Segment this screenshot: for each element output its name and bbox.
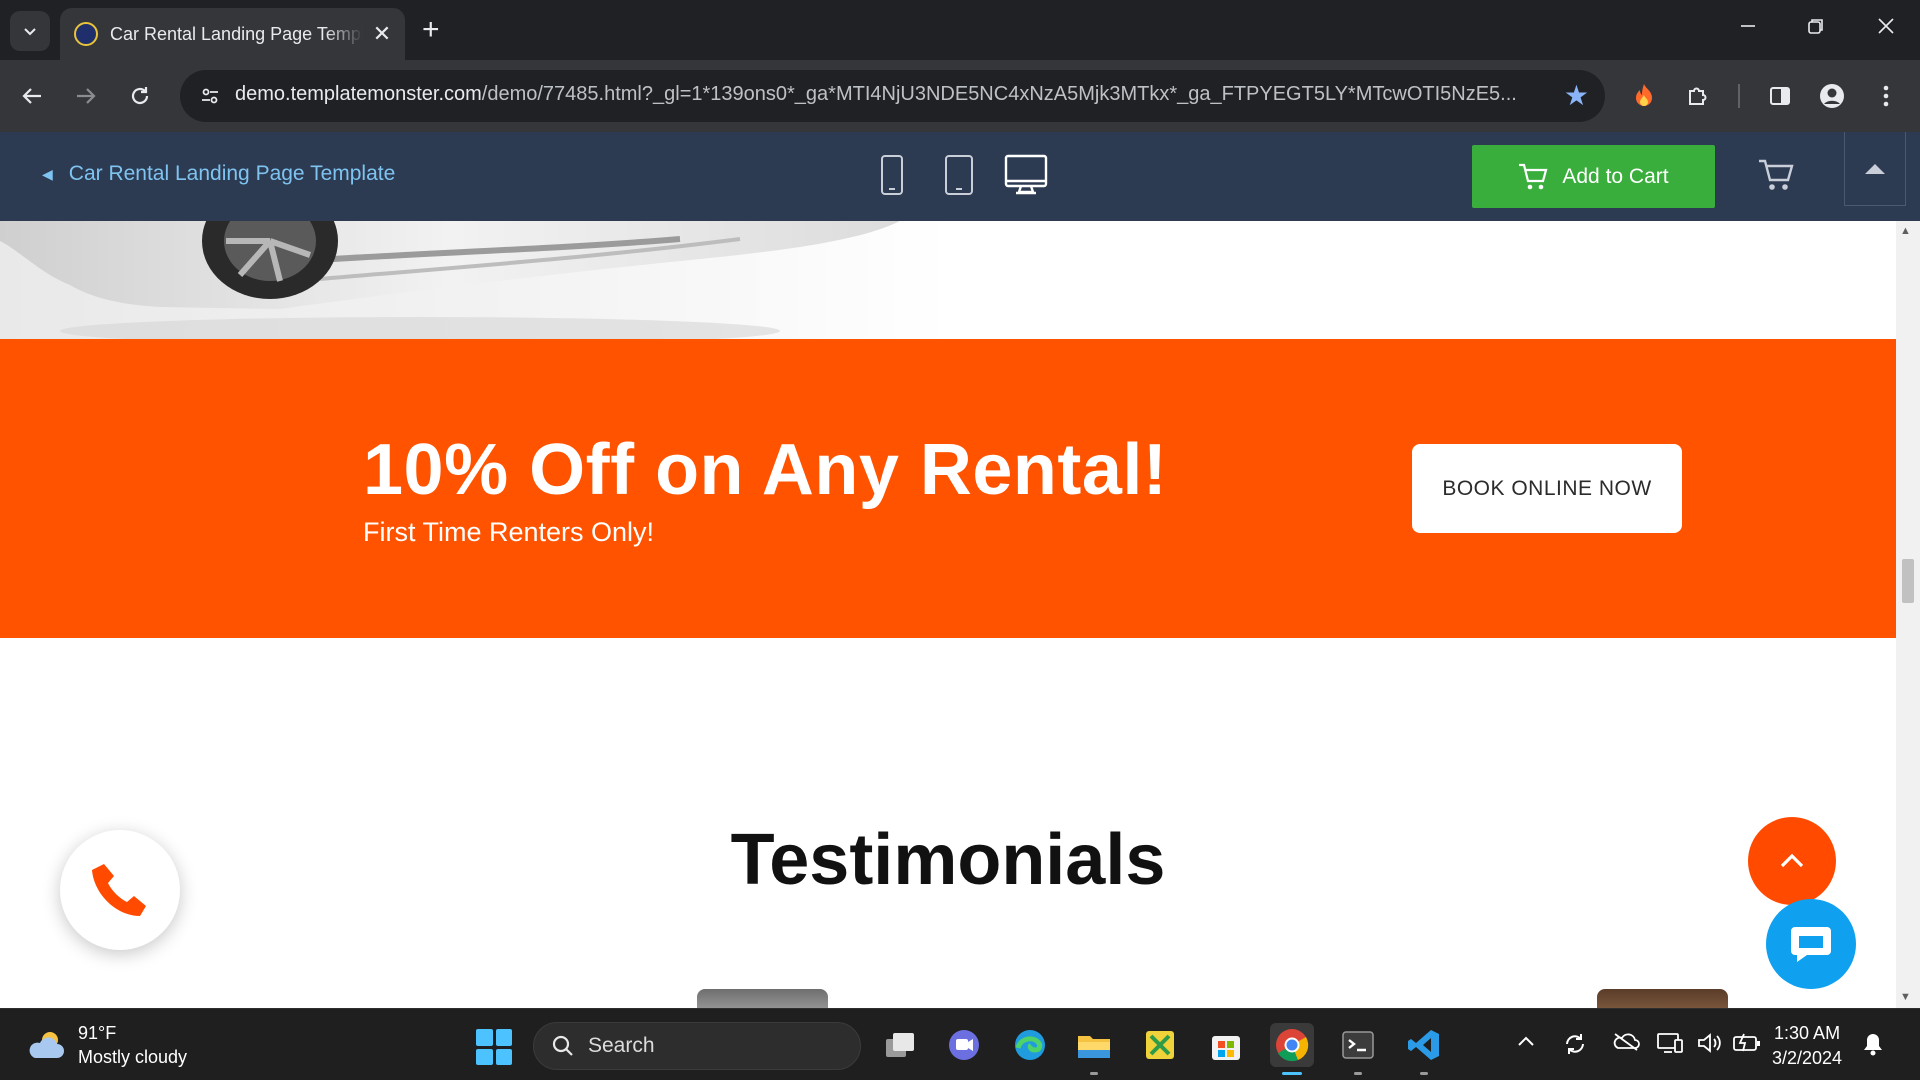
- tab-title: Car Rental Landing Page Template: [110, 23, 363, 44]
- toolbar-separator: [1738, 84, 1740, 108]
- promo-title: 10% Off on Any Rental!: [363, 430, 1168, 510]
- weather-cloud-icon: [29, 1032, 64, 1058]
- profile-icon[interactable]: [1812, 76, 1852, 116]
- scroll-to-top-button[interactable]: [1748, 817, 1836, 905]
- bell-icon[interactable]: [1862, 1031, 1884, 1062]
- forward-arrow-icon: [77, 88, 96, 104]
- running-indicator: [1420, 1072, 1428, 1075]
- chat-icon: [1791, 927, 1831, 962]
- teams-chat-icon[interactable]: [942, 1023, 986, 1067]
- testimonial-avatar: [1597, 989, 1728, 1008]
- add-to-cart-button[interactable]: Add to Cart: [1472, 145, 1715, 208]
- address-bar[interactable]: demo.templatemonster.com/demo/77485.html…: [180, 70, 1605, 122]
- windows-start-icon[interactable]: [476, 1029, 512, 1065]
- microsoft-store-icon[interactable]: [1204, 1023, 1248, 1067]
- url-host: demo.templatemonster.com: [235, 83, 482, 105]
- close-icon: [1878, 18, 1894, 34]
- scroll-up-arrow[interactable]: ▲: [1900, 225, 1911, 237]
- bookmark-star-icon[interactable]: ★: [1564, 81, 1589, 111]
- close-window-button[interactable]: [1866, 14, 1906, 42]
- collapse-arrow-icon: [1865, 163, 1885, 174]
- page-scrollbar[interactable]: ▲ ▼: [1896, 221, 1920, 1008]
- vscode-icon[interactable]: [1402, 1023, 1446, 1075]
- site-info-button[interactable]: [194, 80, 226, 112]
- active-tab[interactable]: Car Rental Landing Page Template ✕: [60, 8, 405, 60]
- tab-close-button[interactable]: ✕: [371, 21, 393, 47]
- kebab-menu-icon[interactable]: [1866, 76, 1906, 116]
- network-icon[interactable]: [1656, 1031, 1684, 1061]
- template-back-link[interactable]: ◀ Car Rental Landing Page Template: [42, 162, 395, 186]
- live-chat-button[interactable]: [1766, 899, 1856, 989]
- template-back-label: Car Rental Landing Page Template: [68, 162, 396, 185]
- phone-icon: [92, 864, 146, 916]
- desktop-device-icon[interactable]: [1004, 154, 1048, 201]
- tab-search-icon: [24, 28, 36, 36]
- template-preview-bar: ◀ Car Rental Landing Page Template Add t…: [0, 132, 1920, 221]
- scroll-down-arrow[interactable]: ▼: [1900, 991, 1911, 1003]
- cart-icon: [1519, 163, 1548, 189]
- page-viewport: 10% Off on Any Rental! First Time Renter…: [0, 221, 1896, 1008]
- browser-tab-strip: Car Rental Landing Page Template ✕ +: [0, 0, 1920, 60]
- windows-taskbar: 91°F Mostly cloudy Search 1:30 AM 3/2/20…: [0, 1008, 1920, 1080]
- weather-desc: Mostly cloudy: [78, 1047, 188, 1067]
- back-button[interactable]: [12, 76, 52, 116]
- back-arrow-icon: [22, 88, 41, 104]
- promo-subtitle: First Time Renters Only!: [363, 517, 655, 547]
- browser-toolbar: demo.templatemonster.com/demo/77485.html…: [0, 60, 1920, 132]
- file-explorer-icon[interactable]: [1072, 1023, 1116, 1075]
- book-online-button[interactable]: BOOK ONLINE NOW: [1412, 444, 1682, 533]
- cart-icon[interactable]: [1758, 158, 1794, 197]
- minimize-button[interactable]: [1728, 14, 1768, 42]
- forward-button[interactable]: [66, 76, 106, 116]
- chevron-up-icon: [1780, 853, 1804, 868]
- testimonials-heading: Testimonials: [730, 820, 1166, 900]
- battery-icon[interactable]: [1732, 1031, 1762, 1059]
- taskbar-search[interactable]: Search: [533, 1022, 861, 1070]
- running-indicator: [1090, 1072, 1098, 1075]
- snipping-tool-icon[interactable]: [1138, 1023, 1182, 1067]
- url-path: /demo/77485.html?_gl=1*139ons0*_ga*MTI4N…: [481, 83, 1517, 105]
- clock-time: 1:30 AM: [1774, 1023, 1841, 1043]
- volume-icon[interactable]: [1696, 1031, 1724, 1061]
- testimonial-avatar: [697, 989, 828, 1008]
- weather-temp: 91°F: [78, 1023, 117, 1043]
- onedrive-icon[interactable]: [1612, 1031, 1640, 1057]
- extension-fire-icon[interactable]: [1624, 76, 1664, 116]
- reload-icon: [131, 87, 149, 105]
- restore-icon: [1808, 19, 1823, 34]
- running-indicator: [1354, 1072, 1362, 1075]
- caret-left-icon: ◀: [42, 165, 53, 182]
- edge-browser-icon[interactable]: [1008, 1023, 1052, 1067]
- restore-button[interactable]: [1796, 14, 1836, 42]
- new-tab-button[interactable]: +: [422, 12, 440, 48]
- sync-icon[interactable]: [1562, 1031, 1588, 1063]
- terminal-icon[interactable]: [1336, 1023, 1380, 1075]
- weather-widget[interactable]: 91°F Mostly cloudy: [26, 1021, 187, 1069]
- mobile-device-icon[interactable]: [880, 154, 904, 201]
- show-hidden-icons-icon[interactable]: [1516, 1031, 1536, 1054]
- scroll-thumb[interactable]: [1902, 559, 1914, 603]
- discount-promo-banner: 10% Off on Any Rental! First Time Renter…: [0, 339, 1896, 638]
- collapse-preview-bar-button[interactable]: [1844, 132, 1906, 206]
- extensions-puzzle-icon[interactable]: [1678, 76, 1718, 116]
- add-to-cart-label: Add to Cart: [1562, 164, 1669, 188]
- search-placeholder: Search: [588, 1034, 655, 1057]
- favicon-icon: [74, 22, 98, 46]
- site-info-icon: [202, 88, 218, 104]
- running-indicator: [1282, 1072, 1302, 1075]
- call-button[interactable]: [60, 830, 180, 950]
- taskbar-clock[interactable]: 1:30 AM 3/2/2024: [1772, 1021, 1842, 1071]
- url-text: demo.templatemonster.com/demo/77485.html…: [235, 83, 1517, 106]
- task-view-icon[interactable]: [878, 1023, 922, 1067]
- tablet-device-icon[interactable]: [944, 154, 974, 201]
- hero-car-image: [0, 221, 950, 339]
- chrome-browser-icon[interactable]: [1270, 1023, 1314, 1075]
- search-icon: [552, 1035, 573, 1056]
- clock-date: 3/2/2024: [1772, 1048, 1843, 1068]
- tab-search-button[interactable]: [10, 11, 50, 51]
- minimize-icon: [1741, 25, 1755, 27]
- side-panel-icon[interactable]: [1760, 76, 1800, 116]
- reload-button[interactable]: [120, 76, 160, 116]
